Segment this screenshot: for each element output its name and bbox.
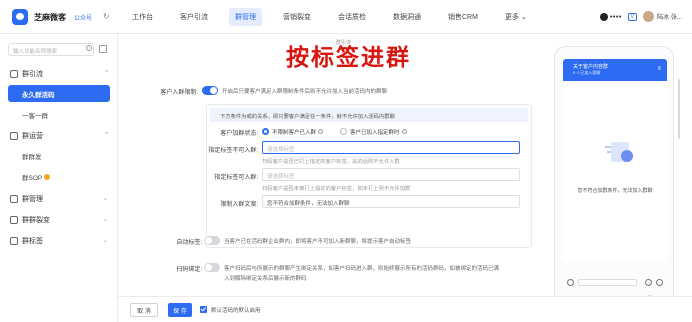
emoji-icon: [645, 278, 652, 286]
voice-icon: [567, 278, 574, 286]
phone-text-input: [578, 278, 637, 286]
cancel-button[interactable]: 取 消: [130, 303, 158, 317]
auto-mark-desc: 当客户已在活码群企业群内，即将客户不可加入新群聊，将提示客户自动标签: [224, 239, 412, 245]
search-icon[interactable]: [86, 45, 92, 51]
phone-input-bar: [563, 275, 667, 289]
sidebar-group-group-operations[interactable]: 群运营 ^: [0, 127, 118, 145]
conditions-hint: 下方条件为或的关系，即只要客户满足任一条件，就不允许加入活码内群聊: [210, 108, 528, 122]
scan-bind-desc-2: 入到解除绑定关系后展示新的群码: [224, 276, 307, 282]
allowed-tags-label: 指定标签可入群:: [214, 175, 258, 181]
sidebar-group-group-management[interactable]: 群管理 ⌄: [0, 190, 118, 208]
nav-tab-session-qc[interactable]: 会话质检: [332, 8, 372, 26]
main-content: 群引流 按标签进群 客户入群限制: 开启后只要客户满足入群限制条件后则不允许加入…: [118, 34, 692, 322]
plus-icon: [656, 278, 663, 286]
no-permission-illustration-icon: [605, 138, 637, 164]
sidebar-group-label: 群管理: [22, 196, 43, 203]
blocked-tags-hint: 扫码客户是否已打上指定的客户标签，是的话则不允许入群: [262, 159, 400, 165]
sidebar-group-group-tags[interactable]: 群标签 ⌄: [0, 232, 118, 250]
preview-scrollbar[interactable]: [678, 79, 680, 139]
collapse-sidebar-icon[interactable]: [99, 45, 107, 53]
allowed-tags-select[interactable]: 请选择标签: [262, 168, 520, 181]
nav-tab-customer-acquisition[interactable]: 客户引流: [174, 8, 214, 26]
auto-mark-toggle[interactable]: [204, 236, 220, 245]
phone-preview: 关于客户内容群 0 人已加入群聊 ≡ 您不符合加群条件，无法加入群聊 ◁ ○ □: [554, 46, 674, 308]
menu-icon: ≡: [657, 66, 661, 72]
app-logo-icon: [12, 9, 28, 25]
phone-limit-message: 您不符合加群条件，无法加入群聊: [577, 188, 653, 194]
limit-text-label: 限制入群文案:: [220, 202, 258, 208]
sidebar-item-label: 群SOP: [22, 174, 43, 182]
sidebar-group-group-fission[interactable]: 群群裂变 ⌄: [0, 211, 118, 229]
user-name[interactable]: 陆冰·张...: [657, 12, 682, 21]
auto-mark-label: 自动标签:: [176, 240, 202, 246]
limit-text-input[interactable]: 您不符合加群条件，无法加入群聊: [262, 195, 520, 208]
radio-no-limit[interactable]: [262, 128, 269, 135]
help-icon[interactable]: [401, 129, 407, 134]
nav-tab-crm[interactable]: 销售CRM: [442, 8, 484, 26]
sidebar-group-group-traffic[interactable]: 群引流 ^: [0, 65, 118, 83]
chevron-down-icon: ⌄: [102, 217, 108, 223]
nav-tab-data[interactable]: 数据洞通: [387, 8, 427, 26]
join-restriction-desc: 开启后只要客户满足入群限制条件后则不允许加入当前活码内的群聊: [222, 89, 388, 95]
sidebar-item-permanent-code[interactable]: 永久群活码: [8, 85, 110, 102]
phone-chat-subtitle: 0 人已加入群聊: [573, 70, 601, 75]
overlay-title: 按标签进群: [286, 44, 411, 71]
nav-tab-workbench[interactable]: 工作台: [126, 8, 159, 26]
switch-account-icon[interactable]: ↻: [103, 12, 110, 21]
sidebar-group-label: 群运营: [22, 133, 43, 140]
chevron-up-icon: ^: [105, 132, 108, 138]
org-icon: [599, 12, 608, 21]
group-traffic-icon: [10, 70, 18, 78]
phone-chat-body: [563, 81, 667, 261]
default-enable-label[interactable]: 默认活码的默认启用: [211, 306, 261, 314]
verified-badge: V: [627, 12, 637, 21]
top-nav: 工作台 客户引流 群管理 营销裂变 会话质检 数据洞通 销售CRM 更多 ⌄: [126, 0, 548, 34]
scan-bind-label: 扫码绑定:: [176, 267, 202, 273]
account-type-link[interactable]: 公众号: [74, 13, 92, 22]
add-status-label: 客户加群状态:: [220, 131, 258, 137]
default-enable-checkbox[interactable]: [200, 306, 207, 313]
nav-tab-group-management[interactable]: 群管理: [229, 8, 262, 26]
brand-name: 芝麻微客: [34, 13, 66, 22]
sidebar-group-label: 群标签: [22, 238, 43, 245]
chevron-down-icon: ⌄: [102, 196, 108, 202]
blocked-tags-select[interactable]: 请选择标签: [262, 141, 520, 154]
top-bar: 芝麻微客 公众号 ↻ 工作台 客户引流 群管理 营销裂变 会话质检 数据洞通 销…: [0, 0, 692, 34]
save-button[interactable]: 保 存: [168, 303, 192, 317]
group-tags-icon: [10, 237, 18, 245]
group-management-icon: [10, 195, 18, 203]
sidebar: 输入功能名称搜索 群引流 ^ 永久群活码 一客一群 群运营 ^ 群群发 群SOP…: [0, 34, 118, 322]
blocked-tags-label: 指定标签不可入群:: [208, 148, 258, 154]
phone-chat-header: 关于客户内容群 0 人已加入群聊 ≡: [563, 59, 667, 81]
radio-joined-specific[interactable]: [340, 128, 347, 135]
help-icon[interactable]: [318, 129, 324, 134]
hot-icon: [44, 173, 51, 180]
chevron-down-icon: ⌄: [102, 238, 108, 244]
radio-joined-specific-label[interactable]: 客户已加入指定群时: [350, 128, 407, 136]
group-operations-icon: [10, 132, 18, 140]
radio-no-limit-label[interactable]: 不限制客户已入群: [272, 128, 324, 136]
form-footer: 取 消 保 存 默认活码的默认启用: [118, 296, 692, 322]
sidebar-item-group-sop[interactable]: 群SOP: [8, 168, 110, 185]
group-fission-icon: [10, 216, 18, 224]
join-restriction-toggle[interactable]: [202, 86, 218, 95]
avatar[interactable]: [643, 11, 654, 22]
sidebar-search-input[interactable]: 输入功能名称搜索: [8, 43, 94, 56]
phone-chat-title: 关于客户内容群: [573, 64, 609, 70]
join-restriction-label: 客户入群限制:: [160, 90, 198, 96]
scan-bind-toggle[interactable]: [204, 263, 220, 272]
allowed-tags-hint: 扫码客户是否未被打上指定的客户标签，如未打上则不允许加群: [262, 186, 411, 192]
chevron-up-icon: ^: [105, 70, 108, 76]
sidebar-group-label: 群引流: [22, 71, 43, 78]
user-area: ●●●● V 陆冰·张...: [599, 11, 682, 22]
sidebar-item-one-customer-one-group[interactable]: 一客一群: [8, 106, 110, 123]
nav-tab-more[interactable]: 更多 ⌄: [499, 8, 533, 26]
org-switcher[interactable]: ●●●●: [599, 12, 622, 21]
sidebar-item-group-broadcast[interactable]: 群群发: [8, 147, 110, 164]
nav-tab-marketing[interactable]: 营销裂变: [277, 8, 317, 26]
scan-bind-desc: 客户扫码后与所展示的群聊产生绑定关系，如客户扫码进入群，则始终展示所有的活码群码…: [224, 266, 500, 272]
sidebar-group-label: 群群裂变: [22, 217, 50, 224]
